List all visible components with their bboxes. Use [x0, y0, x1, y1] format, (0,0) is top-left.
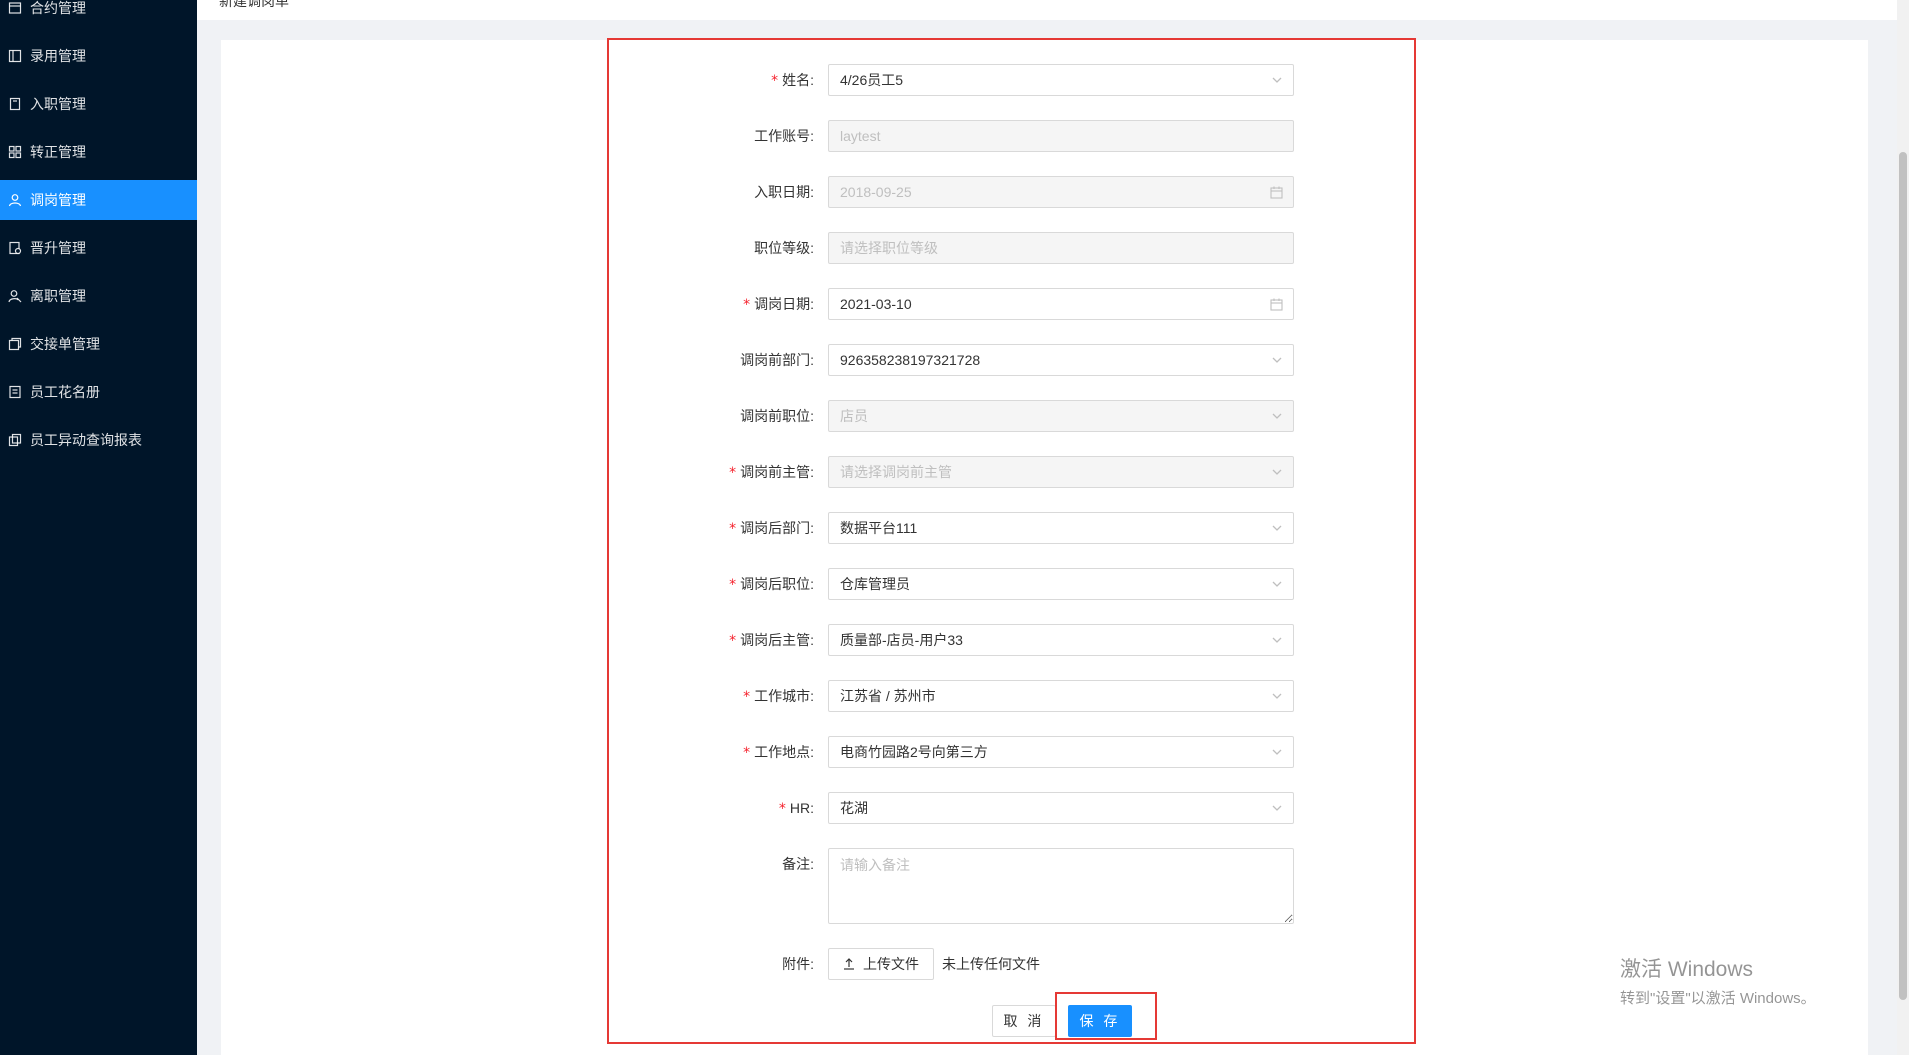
transfer-icon: [8, 193, 22, 207]
sidebar-item-onboard[interactable]: 入职管理: [0, 84, 197, 124]
chevron-down-icon: [1271, 65, 1283, 95]
sidebar-item-resign[interactable]: 离职管理: [0, 276, 197, 316]
resign-icon: [8, 289, 22, 303]
chevron-down-icon: [1271, 345, 1283, 375]
sidebar-item-hire[interactable]: 录用管理: [0, 36, 197, 76]
form-row-attachment: 附件: 上传文件 未上传任何文件: [620, 948, 1300, 980]
sidebar-item-handover[interactable]: 交接单管理: [0, 324, 197, 364]
city-cascader[interactable]: 江苏省 / 苏州市: [828, 680, 1294, 712]
chevron-down-icon: [1271, 681, 1283, 711]
mgr-after-select[interactable]: 质量部-店员-用户33: [828, 624, 1294, 656]
level-select[interactable]: 请选择职位等级: [828, 232, 1294, 264]
form-row-remark: 备注:: [620, 848, 1300, 924]
sidebar-item-roster[interactable]: 员工花名册: [0, 372, 197, 412]
attachment-label: 附件:: [782, 956, 814, 972]
transfer-date-label: 调岗日期:: [754, 296, 814, 312]
handover-icon: [8, 337, 22, 351]
pos-after-label: 调岗后职位:: [740, 576, 814, 592]
form-row-name: * 姓名: 4/26员工5: [620, 64, 1300, 96]
transfer-date-picker[interactable]: 2021-03-10: [828, 288, 1294, 320]
save-button[interactable]: 保 存: [1068, 1005, 1132, 1037]
chevron-down-icon: [1271, 625, 1283, 655]
entry-date-label: 入职日期:: [754, 184, 814, 200]
sidebar-item-label: 离职管理: [30, 288, 86, 304]
form-row-dept-after: * 调岗后部门: 数据平台111: [620, 512, 1300, 544]
remark-label: 备注:: [782, 856, 814, 872]
chevron-down-icon: [1271, 513, 1283, 543]
pos-before-select[interactable]: 店员: [828, 400, 1294, 432]
account-input[interactable]: laytest: [828, 120, 1294, 152]
contract-icon: [8, 1, 22, 15]
onboard-icon: [8, 97, 22, 111]
dept-before-label: 调岗前部门:: [740, 352, 814, 368]
page-scrollbar[interactable]: [1897, 0, 1909, 1055]
form-row-mgr-after: * 调岗后主管: 质量部-店员-用户33: [620, 624, 1300, 656]
dept-before-select[interactable]: 926358238197321728: [828, 344, 1294, 376]
hr-select[interactable]: 花湖: [828, 792, 1294, 824]
hr-label: HR:: [789, 800, 814, 816]
sidebar-item-label: 交接单管理: [30, 336, 100, 352]
calendar-icon: [1270, 177, 1283, 207]
sidebar-item-promotion[interactable]: 晋升管理: [0, 228, 197, 268]
upload-icon: [844, 958, 854, 970]
chevron-down-icon: [1271, 793, 1283, 823]
sidebar-item-contract[interactable]: 合约管理: [0, 0, 197, 28]
form-row-mgr-before: * 调岗前主管: 请选择调岗前主管: [620, 456, 1300, 488]
sidebar-item-label: 合约管理: [30, 0, 86, 16]
chevron-down-icon: [1271, 737, 1283, 767]
chevron-down-icon: [1271, 457, 1283, 487]
scrollbar-thumb[interactable]: [1899, 152, 1907, 1000]
mgr-after-label: 调岗后主管:: [740, 632, 814, 648]
form-row-transfer-date: * 调岗日期: 2021-03-10: [620, 288, 1300, 320]
sidebar-item-label: 转正管理: [30, 144, 86, 160]
sidebar-item-label: 晋升管理: [30, 240, 86, 256]
form-row-city: * 工作城市: 江苏省 / 苏州市: [620, 680, 1300, 712]
form-row-hr: * HR: 花湖: [620, 792, 1300, 824]
name-label: 姓名:: [782, 72, 814, 88]
sidebar-item-label: 入职管理: [30, 96, 86, 112]
form-row-level: 职位等级: 请选择职位等级: [620, 232, 1300, 264]
form-row-location: * 工作地点: 电商竹园路2号向第三方: [620, 736, 1300, 768]
form-row-dept-before: 调岗前部门: 926358238197321728: [620, 344, 1300, 376]
sidebar-item-label: 调岗管理: [30, 192, 86, 208]
location-label: 工作地点:: [754, 744, 814, 760]
sidebar-item-regularize[interactable]: 转正管理: [0, 132, 197, 172]
form-row-entry-date: 入职日期: 2018-09-25: [620, 176, 1300, 208]
mgr-before-select[interactable]: 请选择调岗前主管: [828, 456, 1294, 488]
remark-textarea[interactable]: [828, 848, 1294, 924]
promotion-icon: [8, 241, 22, 255]
hire-icon: [8, 49, 22, 63]
page-header: 新建调岗单: [197, 0, 1897, 20]
calendar-icon: [1270, 289, 1283, 319]
cancel-button[interactable]: 取 消: [992, 1005, 1056, 1037]
city-label: 工作城市:: [754, 688, 814, 704]
report-icon: [8, 433, 22, 447]
location-select[interactable]: 电商竹园路2号向第三方: [828, 736, 1294, 768]
account-label: 工作账号:: [754, 128, 814, 144]
upload-file-button[interactable]: 上传文件: [828, 948, 934, 980]
chevron-down-icon: [1271, 569, 1283, 599]
chevron-down-icon: [1271, 401, 1283, 431]
regularize-icon: [8, 145, 22, 159]
upload-hint: 未上传任何文件: [942, 956, 1040, 972]
level-label: 职位等级:: [754, 240, 814, 256]
dept-after-label: 调岗后部门:: [740, 520, 814, 536]
sidebar-item-label: 员工花名册: [30, 384, 100, 400]
form-row-account: 工作账号: laytest: [620, 120, 1300, 152]
roster-icon: [8, 385, 22, 399]
sidebar-item-transfer[interactable]: 调岗管理: [0, 180, 197, 220]
breadcrumb: 新建调岗单: [219, 0, 289, 9]
form-row-pos-before: 调岗前职位: 店员: [620, 400, 1300, 432]
sidebar-item-report[interactable]: 员工异动查询报表: [0, 420, 197, 460]
pos-before-label: 调岗前职位:: [740, 408, 814, 424]
sidebar-item-label: 录用管理: [30, 48, 86, 64]
sidebar-item-label: 员工异动查询报表: [30, 432, 142, 448]
form-row-pos-after: * 调岗后职位: 仓库管理员: [620, 568, 1300, 600]
dept-after-select[interactable]: 数据平台111: [828, 512, 1294, 544]
name-select[interactable]: 4/26员工5: [828, 64, 1294, 96]
pos-after-select[interactable]: 仓库管理员: [828, 568, 1294, 600]
mgr-before-label: 调岗前主管:: [740, 464, 814, 480]
sidebar: 合约管理 录用管理 入职管理 转正管理 调岗管理 晋升管理 离职管理 交接单管理…: [0, 0, 197, 1055]
entry-date-picker[interactable]: 2018-09-25: [828, 176, 1294, 208]
